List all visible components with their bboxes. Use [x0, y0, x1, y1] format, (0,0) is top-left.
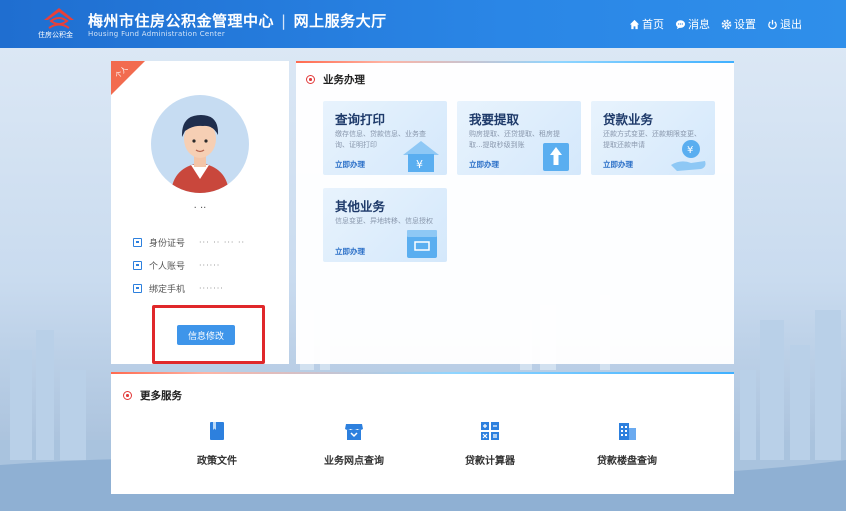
nav-logout-label: 退出 [780, 18, 802, 31]
id-number-label: 身份证号 [149, 239, 186, 249]
nav-logout[interactable]: 退出 [767, 16, 802, 32]
phone-label: 绑定手机 [149, 285, 186, 295]
home-icon [629, 19, 640, 29]
section-dot-icon [306, 75, 315, 84]
center-name: 梅州市住房公积金管理中心 [88, 12, 275, 30]
corner-ribbon: 个人 [111, 61, 145, 95]
account-number-value: ······ [199, 261, 221, 270]
phone-value: ······· [199, 284, 224, 293]
withdraw-icon [543, 143, 569, 171]
house-yuan-icon: ¥ [403, 141, 439, 172]
service-loan-property-search[interactable]: 贷款楼盘查询 [572, 420, 682, 467]
service-loan-property-search-label: 贷款楼盘查询 [597, 456, 657, 467]
store-icon [345, 424, 363, 440]
nav-messages[interactable]: 消息 [675, 16, 710, 32]
tile-withdraw-link[interactable]: 立即办理 [469, 159, 499, 170]
tile-query-print[interactable]: 查询打印 缴存信息、贷款信息、业务查询、证明打印 立即办理 ¥ [323, 101, 447, 175]
calculator-icon [481, 422, 499, 440]
tile-withdraw[interactable]: 我要提取 购房提取、还贷提取、租房提取...提取秒级到账 立即办理 [457, 101, 581, 175]
service-policy-docs-label: 政策文件 [197, 456, 237, 467]
id-number-row: 身份证号 ··· ·· ··· ·· [133, 236, 245, 249]
phone-icon [133, 284, 142, 293]
service-branch-search-label: 业务网点查询 [324, 456, 384, 467]
tile-other-link[interactable]: 立即办理 [335, 246, 365, 257]
tile-loan[interactable]: 贷款业务 还款方式变更、还款期限变更、提取还款申请 立即办理 ¥ [591, 101, 715, 175]
account-icon [133, 261, 142, 270]
service-loan-calculator[interactable]: 贷款计算器 [435, 420, 545, 467]
section-dot-icon [123, 391, 132, 400]
top-nav: 首页 消息 设置 退出 [629, 16, 802, 32]
message-icon [675, 19, 686, 29]
nav-settings-label: 设置 [734, 18, 756, 31]
account-number-label: 个人账号 [149, 262, 186, 272]
more-services-heading: 更多服务 [123, 388, 182, 403]
edit-button-highlight-box [152, 305, 265, 364]
nav-home-label: 首页 [642, 18, 664, 31]
tile-other-title: 其他业务 [335, 199, 386, 214]
nav-messages-label: 消息 [688, 18, 710, 31]
more-services-panel: 更多服务 政策文件 业务网点查询 贷款计算器 贷款楼盘查询 [111, 372, 734, 494]
nav-home[interactable]: 首页 [629, 16, 664, 32]
portal-name: 网上服务大厅 [293, 12, 387, 30]
gear-icon [721, 19, 732, 29]
site-subtitle: Housing Fund Administration Center [88, 30, 226, 38]
service-loan-calculator-label: 贷款计算器 [465, 456, 515, 467]
business-heading-text: 业务办理 [323, 74, 365, 86]
id-card-icon [133, 238, 142, 247]
account-number-row: 个人账号 ······ [133, 259, 220, 272]
profile-username: · ·· [193, 203, 207, 214]
book-icon [210, 422, 224, 440]
tile-loan-link[interactable]: 立即办理 [603, 159, 633, 170]
top-header: 住房公积金 梅州市住房公积金管理中心 | 网上服务大厅 Housing Fund A… [0, 0, 846, 48]
title-divider: | [281, 12, 287, 30]
tile-query-print-link[interactable]: 立即办理 [335, 159, 365, 170]
svg-text:¥: ¥ [687, 145, 693, 156]
tile-other[interactable]: 其他业务 信息变更、异地转移、信息授权 立即办理 [323, 188, 447, 262]
tile-loan-title: 贷款业务 [603, 112, 654, 127]
tile-withdraw-title: 我要提取 [469, 112, 520, 127]
svg-text:¥: ¥ [416, 158, 423, 171]
tile-query-print-title: 查询打印 [335, 112, 386, 127]
nav-settings[interactable]: 设置 [721, 16, 756, 32]
site-title: 梅州市住房公积金管理中心 | 网上服务大厅 [88, 10, 387, 31]
business-heading: 业务办理 [306, 72, 365, 87]
loan-hand-icon: ¥ [671, 140, 706, 171]
phone-row: 绑定手机 ······· [133, 282, 224, 295]
service-policy-docs[interactable]: 政策文件 [162, 420, 272, 467]
logo-caption: 住房公积金 [38, 31, 73, 39]
id-number-value: ··· ·· ··· ·· [199, 238, 246, 247]
business-panel: 业务办理 查询打印 缴存信息、贷款信息、业务查询、证明打印 立即办理 ¥ 我要提… [296, 61, 734, 364]
more-services-accent-bar [111, 372, 734, 374]
avatar [151, 95, 249, 193]
power-icon [768, 19, 777, 29]
business-panel-accent-bar [296, 61, 734, 63]
user-avatar-icon [171, 115, 229, 193]
service-branch-search[interactable]: 业务网点查询 [299, 420, 409, 467]
more-services-heading-text: 更多服务 [140, 390, 182, 402]
box-icon [407, 230, 437, 258]
building-icon [619, 423, 636, 440]
